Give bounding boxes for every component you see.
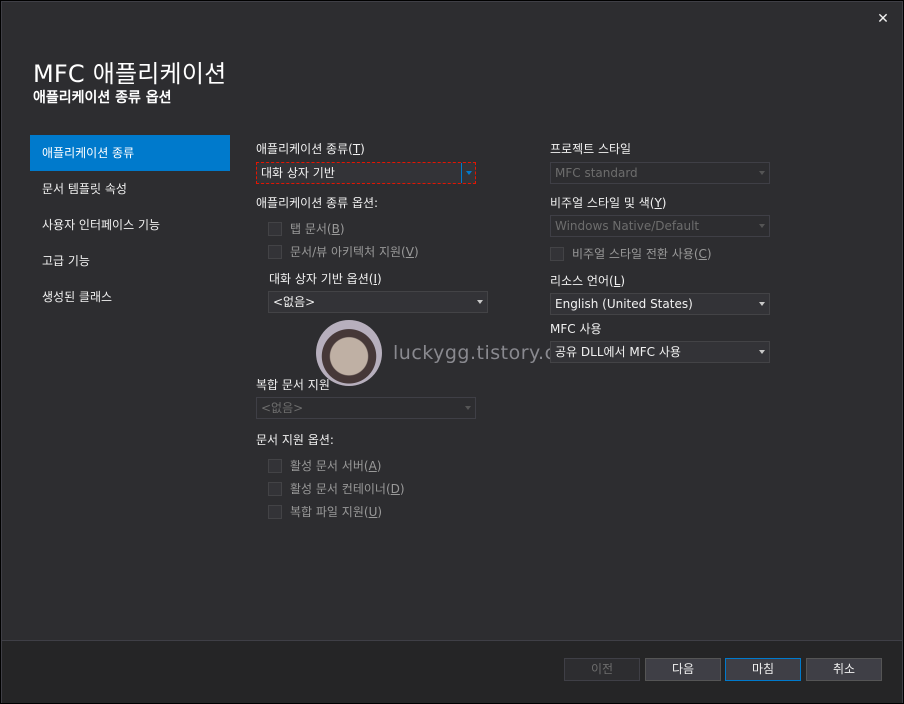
mfc-use-label: MFC 사용 — [550, 322, 602, 336]
chevron-down-icon — [466, 171, 472, 175]
compound-doc-label: 복합 문서 지원 — [256, 378, 330, 392]
visual-style-switch-label: 비주얼 스타일 전환 사용(C) — [572, 247, 712, 261]
chevron-down-icon — [759, 224, 765, 228]
checkbox-box — [268, 458, 282, 473]
checkbox-box — [268, 221, 282, 236]
resource-language-combo[interactable]: English (United States) — [550, 293, 770, 315]
mfc-app-wizard-dialog: ✕ MFC 애플리케이션 애플리케이션 종류 옵션 애플리케이션 종류 문서 템… — [1, 1, 903, 703]
project-style-value: MFC standard — [555, 166, 638, 180]
chevron-down-icon — [465, 406, 471, 410]
checkbox-box — [268, 244, 282, 259]
visual-style-combo: Windows Native/Default — [550, 215, 770, 237]
compound-file-label: 복합 파일 지원(U) — [290, 505, 383, 519]
dialog-options-combo[interactable]: <없음> — [268, 291, 488, 313]
nav-item-generated-classes[interactable]: 생성된 클래스 — [30, 279, 230, 315]
project-style-combo: MFC standard — [550, 162, 770, 184]
app-type-value: 대화 상자 기반 — [261, 166, 335, 180]
finish-button[interactable]: 마침 — [725, 658, 801, 681]
dialog-subtitle: 애플리케이션 종류 옵션 — [33, 90, 172, 106]
wizard-nav: 애플리케이션 종류 문서 템플릿 속성 사용자 인터페이스 기능 고급 기능 생… — [30, 135, 230, 315]
next-button[interactable]: 다음 — [645, 658, 721, 681]
previous-button: 이전 — [564, 658, 640, 681]
app-type-label: 애플리케이션 종류(T) — [256, 142, 365, 156]
docview-support-label: 문서/뷰 아키텍처 지원(V) — [290, 245, 419, 259]
resource-language-label: 리소스 언어(L) — [550, 274, 626, 288]
close-icon[interactable]: ✕ — [874, 10, 892, 28]
project-style-label: 프로젝트 스타일 — [550, 142, 632, 156]
dialog-title: MFC 애플리케이션 — [33, 60, 227, 88]
app-type-options-label: 애플리케이션 종류 옵션: — [256, 196, 379, 210]
tabbed-docs-label: 탭 문서(B) — [290, 222, 345, 236]
doc-support-options-label: 문서 지원 옵션: — [256, 433, 334, 447]
checkbox-box — [550, 246, 564, 261]
nav-item-document-template[interactable]: 문서 템플릿 속성 — [30, 171, 230, 207]
docview-support-checkbox[interactable]: 문서/뷰 아키텍처 지원(V) — [268, 243, 419, 260]
cancel-button[interactable]: 취소 — [806, 658, 882, 681]
chevron-down-icon — [759, 302, 765, 306]
compound-doc-value: <없음> — [261, 401, 304, 415]
dialog-options-value: <없음> — [273, 295, 316, 309]
nav-item-advanced-features[interactable]: 고급 기능 — [30, 243, 230, 279]
checkbox-box — [268, 481, 282, 496]
dialog-options-label: 대화 상자 기반 옵션(I) — [269, 272, 382, 286]
compound-file-checkbox[interactable]: 복합 파일 지원(U) — [268, 503, 382, 520]
active-doc-container-label: 활성 문서 컨테이너(D) — [290, 482, 405, 496]
visual-style-label: 비주얼 스타일 및 색(Y) — [550, 196, 667, 210]
tabbed-docs-checkbox[interactable]: 탭 문서(B) — [268, 220, 345, 237]
mfc-use-value: 공유 DLL에서 MFC 사용 — [555, 345, 681, 359]
chevron-down-icon — [759, 171, 765, 175]
nav-item-user-interface[interactable]: 사용자 인터페이스 기능 — [30, 207, 230, 243]
chevron-down-icon — [759, 350, 765, 354]
checkbox-box — [268, 504, 282, 519]
mfc-use-combo[interactable]: 공유 DLL에서 MFC 사용 — [550, 341, 770, 363]
visual-style-value: Windows Native/Default — [555, 219, 700, 233]
visual-style-switch-checkbox: 비주얼 스타일 전환 사용(C) — [550, 245, 712, 262]
app-type-combo[interactable]: 대화 상자 기반 — [256, 162, 476, 184]
compound-doc-combo: <없음> — [256, 397, 476, 419]
chevron-down-icon — [477, 300, 483, 304]
active-doc-server-label: 활성 문서 서버(A) — [290, 459, 382, 473]
active-doc-server-checkbox[interactable]: 활성 문서 서버(A) — [268, 457, 381, 474]
nav-item-application-type[interactable]: 애플리케이션 종류 — [30, 135, 230, 171]
dropdown-button[interactable] — [461, 163, 475, 183]
resource-language-value: English (United States) — [555, 297, 693, 311]
active-doc-container-checkbox[interactable]: 활성 문서 컨테이너(D) — [268, 480, 405, 497]
